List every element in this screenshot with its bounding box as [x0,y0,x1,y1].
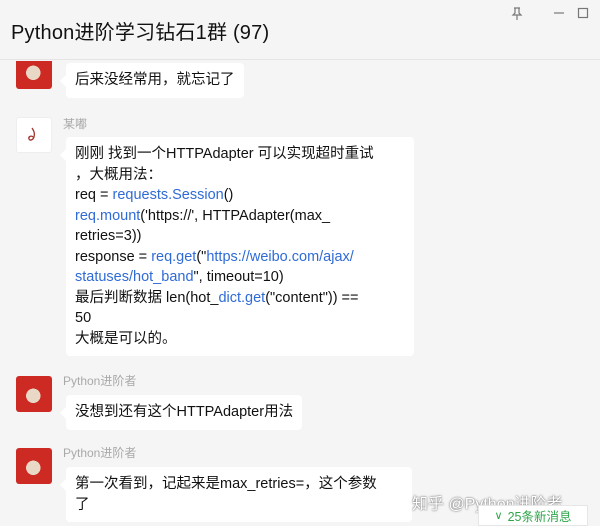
sender-avatar[interactable] [16,117,52,153]
message-bubble[interactable]: 刚刚 找到一个HTTPAdapter 可以实现超时重试 ，大概用法： req =… [60,137,414,356]
code-token: req.mount [75,207,141,224]
chat-title: Python进阶学习钻石1群 (97) [11,22,270,44]
sender-avatar[interactable] [16,376,52,412]
code-line-mount: req.mount('https://', HTTPAdapter(max_ [75,207,331,224]
code-line-get: response = req.get("https://weibo.com/aj… [75,248,354,265]
sender-avatar[interactable] [16,448,52,484]
sender-name: Python进阶者 [63,446,137,460]
chat-header: Python进阶学习钻石1群 (97) [0,0,600,60]
new-messages-label: 25条新消息 [507,510,572,524]
sender-name: 某嘟 [63,117,88,131]
message-line: 大概是可以的。 [75,330,177,347]
sender-avatar[interactable] [16,61,52,89]
message-text: 没想到还有这个HTTPAdapter用法 [75,404,294,420]
code-token: requests.Session [112,187,224,203]
message-list[interactable]: 后来没经常用，就忘记了 某嘟 刚刚 找到一个HTTPAdapter 可以实现超时… [0,61,600,526]
code-token: dict.get [218,289,266,306]
message-line: retries=3)) [75,228,142,244]
message-line: 刚刚 找到一个HTTPAdapter 可以实现超时重试 [75,146,374,162]
message-line: 第一次看到，记起来是max_retries=，这个参数 [75,476,377,492]
code-token: req.get [151,248,197,265]
message-line: ，大概用法： [75,166,162,183]
code-line-session: req = requests.Session() [75,187,234,203]
message-text: 后来没经常用，就忘记了 [75,72,235,88]
message-bubble[interactable]: 后来没经常用，就忘记了 [60,63,244,98]
code-line-len: 最后判断数据 len(hot_dict.get("content")) == [75,289,359,306]
chevron-down-icon: ∨ [494,510,503,522]
note-icon [28,127,36,141]
message-bubble[interactable]: 第一次看到，记起来是max_retries=，这个参数 了 [60,467,412,522]
code-line-url: statuses/hot_band", timeout=10) [75,269,284,285]
message-bubble[interactable]: 没想到还有这个HTTPAdapter用法 [59,395,303,430]
maximize-icon[interactable] [566,0,600,26]
new-messages-button[interactable]: ∨ 25条新消息 [478,505,588,526]
message-line: 了 [75,496,90,513]
sender-name: Python进阶者 [63,374,137,388]
link-text: https://weibo.com/ajax/ [206,248,354,265]
link-text: statuses/hot_band [75,269,194,285]
pin-icon[interactable] [500,0,534,26]
message-line: 50 [75,310,92,326]
